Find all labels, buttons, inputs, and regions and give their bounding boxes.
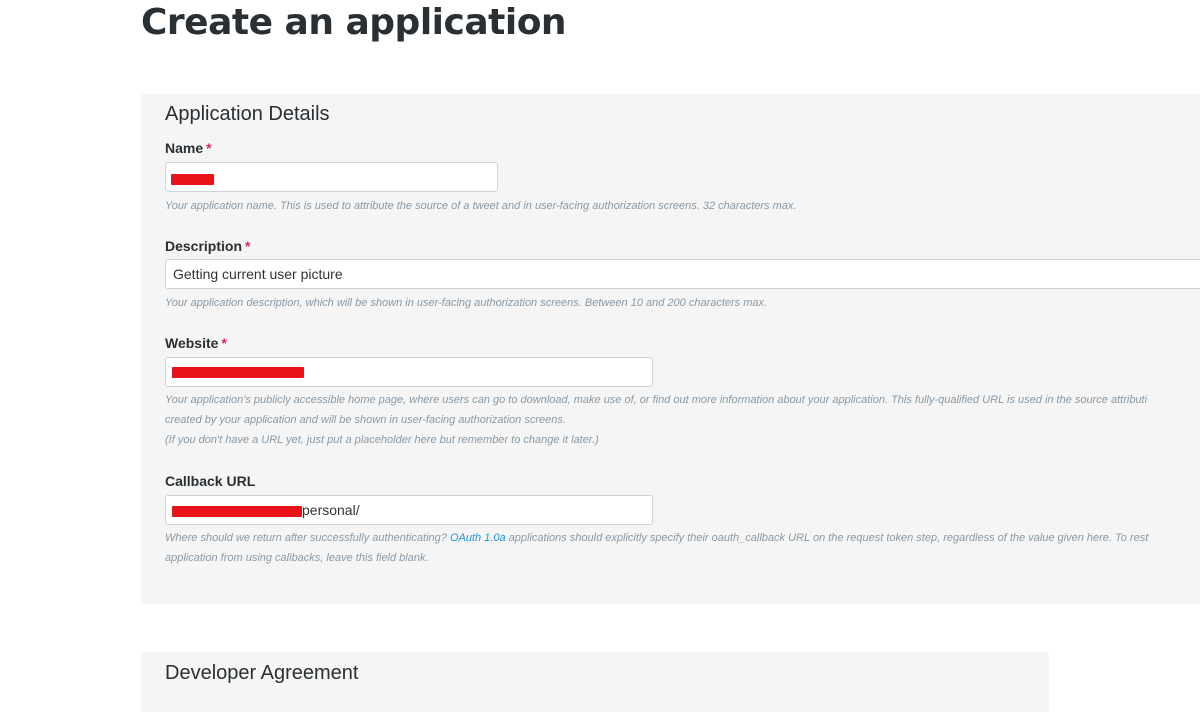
redaction-mark (171, 174, 214, 185)
callback-label: Callback URL (165, 473, 255, 489)
panel-title: Application Details (165, 103, 330, 125)
required-mark: * (206, 140, 212, 156)
callback-label-text: Callback URL (165, 473, 256, 489)
website-help-line3: (If you don't have a URL yet, just put a… (165, 434, 599, 446)
required-mark: * (245, 238, 251, 254)
website-label-text: Website (165, 335, 219, 351)
callback-help-pre: Where should we return after successfull… (165, 532, 447, 544)
redaction-mark (172, 367, 304, 378)
name-help: Your application name. This is used to a… (165, 200, 797, 212)
description-label-text: Description (165, 238, 243, 254)
redaction-mark (172, 506, 302, 517)
developer-agreement-panel: Developer Agreement (141, 652, 1049, 712)
name-label: Name * (165, 140, 212, 156)
developer-agreement-title: Developer Agreement (165, 662, 359, 684)
website-field[interactable] (165, 357, 653, 387)
oauth-link[interactable]: OAuth 1.0a (450, 532, 506, 544)
page-title: Create an application (141, 2, 567, 43)
description-label: Description * (165, 238, 250, 254)
name-field[interactable] (165, 162, 498, 192)
website-help-line2: created by your application and will be … (165, 414, 566, 426)
callback-help-post: applications should explicitly specify t… (508, 532, 1149, 544)
callback-help-line2: application from using callbacks, leave … (165, 552, 429, 564)
website-label: Website * (165, 335, 227, 351)
callback-url-field[interactable]: personal/ (165, 495, 653, 525)
website-help-line1: Your application's publicly accessible h… (165, 394, 1148, 406)
required-mark: * (221, 335, 227, 351)
name-label-text: Name (165, 140, 204, 156)
application-details-panel: Application Details Name * Your applicati… (141, 94, 1200, 604)
description-field[interactable]: Getting current user picture (165, 259, 1200, 289)
callback-help-line1: Where should we return after successfull… (165, 528, 1148, 548)
description-help: Your application description, which will… (165, 297, 768, 309)
callback-url-value: personal/ (302, 502, 360, 518)
